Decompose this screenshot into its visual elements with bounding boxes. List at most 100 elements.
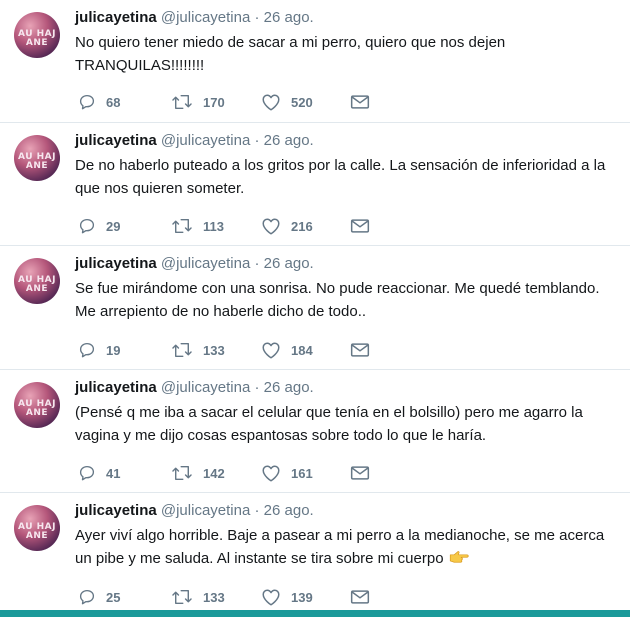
tweet-date[interactable]: 26 ago. <box>264 132 314 149</box>
reply-count: 68 <box>106 94 121 110</box>
like-count: 520 <box>291 94 313 110</box>
retweet-icon <box>172 95 192 109</box>
message-button[interactable] <box>350 92 370 112</box>
tweet[interactable]: AU HAJ ANE julicayetina @julicayetina · … <box>0 246 630 370</box>
handle[interactable]: @julicayetina <box>161 502 250 519</box>
tweet-actions: 25 133 139 <box>75 587 395 607</box>
reply-icon <box>79 94 95 110</box>
avatar-text: AU HAJ ANE <box>18 29 56 48</box>
pointing-right-hand-emoji <box>449 551 469 563</box>
display-name[interactable]: julicayetina <box>75 502 157 519</box>
reply-count: 19 <box>106 342 121 358</box>
tweet-text: (Pensé q me iba a sacar el celular que t… <box>75 404 583 444</box>
retweet-count: 133 <box>203 589 225 605</box>
like-count: 161 <box>291 465 313 481</box>
handle[interactable]: @julicayetina <box>161 255 250 272</box>
tweet-text: Se fue mirándome con una sonrisa. No pud… <box>75 280 600 320</box>
heart-icon <box>262 218 280 235</box>
tweet-date[interactable]: 26 ago. <box>264 9 314 26</box>
like-button[interactable]: 161 <box>261 463 313 483</box>
message-button[interactable] <box>350 463 370 483</box>
message-button[interactable] <box>350 340 370 360</box>
tweet-header: julicayetina @julicayetina · 26 ago. <box>75 378 314 398</box>
envelope-icon <box>350 95 370 109</box>
like-button[interactable]: 520 <box>261 92 313 112</box>
reply-button[interactable]: 68 <box>78 92 120 112</box>
like-button[interactable]: 216 <box>261 216 313 236</box>
retweet-icon <box>172 343 192 357</box>
display-name[interactable]: julicayetina <box>75 255 157 272</box>
reply-icon <box>79 218 95 234</box>
retweet-button[interactable]: 170 <box>171 92 225 112</box>
retweet-button[interactable]: 133 <box>171 340 225 360</box>
tweet[interactable]: AU HAJ ANE julicayetina @julicayetina · … <box>0 123 630 246</box>
avatar-text: AU HAJ ANE <box>18 275 56 294</box>
separator-dot: · <box>254 379 260 396</box>
handle[interactable]: @julicayetina <box>161 132 250 149</box>
display-name[interactable]: julicayetina <box>75 132 157 149</box>
like-button[interactable]: 139 <box>261 587 313 607</box>
heart-icon <box>262 465 280 482</box>
reply-button[interactable]: 25 <box>78 587 120 607</box>
display-name[interactable]: julicayetina <box>75 9 157 26</box>
retweet-count: 113 <box>203 218 224 234</box>
envelope-icon <box>350 219 370 233</box>
avatar[interactable]: AU HAJ ANE <box>14 135 60 181</box>
reply-count: 29 <box>106 218 121 234</box>
reply-button[interactable]: 41 <box>78 463 120 483</box>
tweet-date[interactable]: 26 ago. <box>264 502 314 519</box>
retweet-icon <box>172 219 192 233</box>
display-name[interactable]: julicayetina <box>75 379 157 396</box>
tweet-text-content: Ayer viví algo horrible. Baje a pasear a… <box>75 527 605 567</box>
like-button[interactable]: 184 <box>261 340 313 360</box>
tweet-header: julicayetina @julicayetina · 26 ago. <box>75 131 314 151</box>
avatar[interactable]: AU HAJ ANE <box>14 258 60 304</box>
envelope-icon <box>350 590 370 604</box>
message-button[interactable] <box>350 216 370 236</box>
retweet-button[interactable]: 113 <box>171 216 224 236</box>
tweet[interactable]: AU HAJ ANE julicayetina @julicayetina · … <box>0 370 630 493</box>
tweet-actions: 29 113 216 <box>75 216 395 236</box>
heart-icon <box>262 589 280 606</box>
tweet-header: julicayetina @julicayetina · 26 ago. <box>75 254 314 274</box>
tweet-timeline: AU HAJ ANE julicayetina @julicayetina · … <box>0 0 630 617</box>
heart-icon <box>262 94 280 111</box>
avatar[interactable]: AU HAJ ANE <box>14 382 60 428</box>
separator-dot: · <box>254 255 260 272</box>
tweet[interactable]: AU HAJ ANE julicayetina @julicayetina · … <box>0 493 630 617</box>
tweet-text: De no haberlo puteado a los gritos por l… <box>75 157 606 197</box>
avatar[interactable]: AU HAJ ANE <box>14 505 60 551</box>
like-count: 139 <box>291 589 313 605</box>
reply-button[interactable]: 29 <box>78 216 120 236</box>
tweet[interactable]: AU HAJ ANE julicayetina @julicayetina · … <box>0 0 630 123</box>
envelope-icon <box>350 466 370 480</box>
handle[interactable]: @julicayetina <box>161 9 250 26</box>
retweet-count: 133 <box>203 342 225 358</box>
tweet-header: julicayetina @julicayetina · 26 ago. <box>75 8 314 28</box>
separator-dot: · <box>254 502 260 519</box>
separator-dot: · <box>254 132 260 149</box>
like-count: 216 <box>291 218 313 234</box>
avatar[interactable]: AU HAJ ANE <box>14 12 60 58</box>
avatar-text: AU HAJ ANE <box>18 399 56 418</box>
reply-button[interactable]: 19 <box>78 340 120 360</box>
tweet-text: Ayer viví algo horrible. Baje a pasear a… <box>75 524 620 570</box>
tweet-header: julicayetina @julicayetina · 26 ago. <box>75 501 314 521</box>
retweet-icon <box>172 590 192 604</box>
reply-icon <box>79 589 95 605</box>
reply-icon <box>79 342 95 358</box>
reply-icon <box>79 465 95 481</box>
tweet-date[interactable]: 26 ago. <box>264 379 314 396</box>
tweet-actions: 19 133 184 <box>75 340 395 360</box>
envelope-icon <box>350 343 370 357</box>
tweet-actions: 41 142 161 <box>75 463 395 483</box>
retweet-count: 142 <box>203 465 225 481</box>
separator-dot: · <box>254 9 260 26</box>
tweet-date[interactable]: 26 ago. <box>264 255 314 272</box>
tweet-text: No quiero tener miedo de sacar a mi perr… <box>75 34 506 74</box>
retweet-button[interactable]: 142 <box>171 463 225 483</box>
handle[interactable]: @julicayetina <box>161 379 250 396</box>
reply-count: 25 <box>106 589 121 605</box>
message-button[interactable] <box>350 587 370 607</box>
retweet-button[interactable]: 133 <box>171 587 225 607</box>
